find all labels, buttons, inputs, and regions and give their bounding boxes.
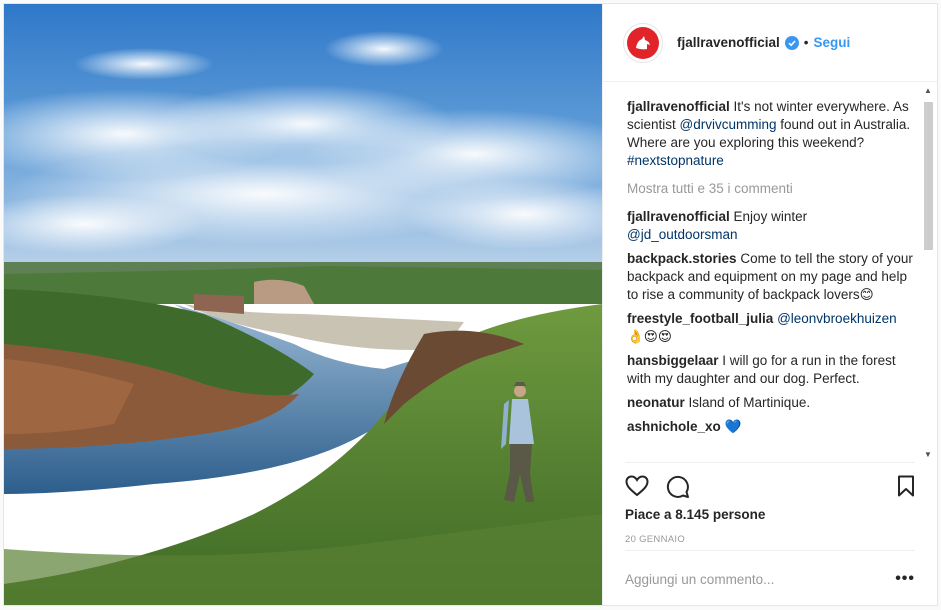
more-options-button[interactable]: ••• — [895, 570, 915, 588]
landscape-image — [4, 4, 602, 605]
comment-item: neonatur Island of Martinique. — [627, 394, 913, 412]
post-header: fjallravenofficial • Segui — [603, 4, 937, 82]
post-date[interactable]: 20 GENNAIO — [625, 534, 685, 545]
comment-mention[interactable]: @jd_outdoorsman — [627, 227, 738, 242]
comment-text: 💙 — [720, 419, 742, 434]
comments-list[interactable]: fjallravenofficial It's not winter every… — [603, 82, 937, 462]
scroll-down-arrow-icon[interactable]: ▼ — [921, 448, 935, 462]
comment-item: hansbiggelaar I will go for a run in the… — [627, 352, 913, 388]
comment-username[interactable]: fjallravenofficial — [627, 209, 730, 224]
comments-scrollbar[interactable]: ▲ ▼ — [921, 84, 935, 462]
bookmark-icon[interactable] — [897, 475, 915, 500]
action-bar — [625, 462, 915, 502]
scroll-up-arrow-icon[interactable]: ▲ — [921, 84, 935, 98]
comment-item: backpack.stories Come to tell the story … — [627, 250, 913, 304]
caption-hashtag[interactable]: #nextstopnature — [627, 153, 724, 168]
comment-username[interactable]: hansbiggelaar — [627, 353, 719, 368]
follow-button[interactable]: Segui — [814, 35, 851, 50]
comment-item: fjallravenofficial Enjoy winter @jd_outd… — [627, 208, 913, 244]
heart-icon[interactable] — [625, 475, 649, 500]
comment-text: Enjoy winter — [729, 209, 808, 224]
view-all-comments-link[interactable]: Mostra tutti e 35 i commenti — [627, 180, 913, 198]
scrollbar-thumb[interactable] — [924, 102, 933, 250]
comment-username[interactable]: neonatur — [627, 395, 685, 410]
comment-item: ashnichole_xo 💙 — [627, 418, 913, 436]
caption-mention[interactable]: @drvivcumming — [680, 117, 777, 132]
comment-username[interactable]: backpack.stories — [627, 251, 737, 266]
comment-text: Island of Martinique. — [684, 395, 811, 410]
avatar[interactable] — [623, 22, 663, 63]
likes-count[interactable]: Piace a 8.145 persone — [625, 507, 765, 522]
add-comment-input[interactable] — [625, 571, 896, 587]
post-container: fjallravenofficial • Segui fjallravenoff… — [3, 3, 938, 606]
post-photo[interactable] — [4, 4, 602, 605]
verified-badge-icon — [784, 35, 799, 50]
caption-username[interactable]: fjallravenofficial — [627, 99, 730, 114]
comment-mention[interactable]: @leonvbroekhuizen — [777, 311, 897, 326]
post-side-panel: fjallravenofficial • Segui fjallravenoff… — [602, 4, 937, 605]
add-comment-section: ••• — [625, 550, 915, 607]
comment-username[interactable]: freestyle_football_julia — [627, 311, 773, 326]
comment-icon[interactable] — [666, 475, 690, 502]
header-username[interactable]: fjallravenofficial — [677, 35, 780, 50]
comment-item: freestyle_football_julia @leonvbroekhuiz… — [627, 310, 913, 346]
caption: fjallravenofficial It's not winter every… — [627, 98, 913, 170]
comment-username[interactable]: ashnichole_xo — [627, 419, 721, 434]
comment-emoji: 👌😍😍 — [627, 329, 672, 344]
fox-logo-icon — [627, 26, 659, 59]
separator-dot: • — [803, 35, 809, 50]
